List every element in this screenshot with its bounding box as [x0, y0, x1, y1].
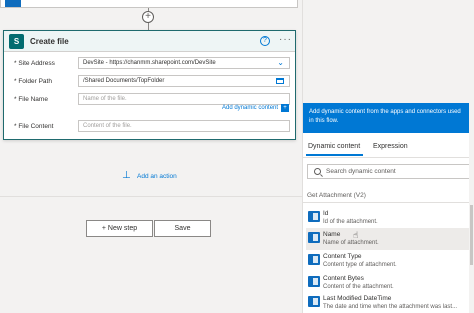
outlook-icon	[5, 0, 21, 7]
outlook-icon	[308, 276, 320, 287]
hand-cursor-icon: ☝	[353, 230, 359, 240]
dynamic-item-last-modified[interactable]: Last Modified DateTime The date and time…	[306, 292, 471, 313]
outlook-icon	[308, 254, 320, 265]
dynamic-item-content-type[interactable]: Content Type Content type of attachment.	[306, 250, 471, 272]
card-header[interactable]: S Create file ? ···	[4, 31, 295, 52]
site-address-select[interactable]: DevSite - https://chanmm.sharepoint.com/…	[78, 57, 290, 69]
item-name: Name	[323, 231, 341, 238]
item-name: Content Type	[323, 253, 362, 260]
site-address-label: * Site Address	[14, 60, 55, 67]
flow-canvas: + S Create file ? ··· * Site Address Dev…	[0, 0, 302, 313]
new-step-button[interactable]: + New step	[86, 220, 153, 237]
sharepoint-icon: S	[9, 34, 24, 49]
insert-step-icon[interactable]: +	[142, 11, 154, 23]
item-description: Content of the attachment.	[323, 284, 394, 290]
folder-path-label: * Folder Path	[14, 78, 52, 85]
search-placeholder: Search dynamic content	[326, 168, 396, 175]
save-button[interactable]: Save	[154, 220, 211, 237]
item-name: Last Modified DateTime	[323, 295, 392, 302]
folder-path-value: /Shared Documents/TopFolder	[83, 78, 165, 84]
tab-dynamic-content[interactable]: Dynamic content	[308, 143, 360, 150]
info-banner: Add dynamic content from the apps and co…	[303, 103, 471, 133]
outlook-icon	[308, 296, 320, 307]
folder-icon[interactable]	[276, 78, 284, 84]
file-name-label: * File Name	[14, 96, 48, 103]
add-dynamic-content-badge[interactable]: +	[281, 104, 289, 112]
previous-action-card[interactable]	[0, 0, 298, 8]
item-name: Id	[323, 210, 329, 217]
panel-scrollbar[interactable]	[469, 0, 474, 313]
file-content-field[interactable]: Content of the file.	[78, 120, 290, 132]
section-divider	[303, 202, 471, 203]
outlook-icon	[308, 232, 320, 243]
dynamic-item-content-bytes[interactable]: Content Bytes Content of the attachment.	[306, 272, 471, 294]
outlook-icon	[308, 211, 320, 222]
tab-expression[interactable]: Expression	[373, 143, 408, 150]
more-options-icon[interactable]: ···	[279, 34, 292, 45]
search-dynamic-content-input[interactable]: Search dynamic content	[307, 164, 471, 179]
section-title: Get Attachment (V2)	[307, 192, 366, 199]
dynamic-item-id[interactable]: Id Id of the attachment.	[306, 207, 471, 229]
item-description: Content type of attachment.	[323, 262, 397, 268]
dynamic-content-panel: Add dynamic content from the apps and co…	[302, 0, 474, 313]
item-description: Name of attachment.	[323, 240, 379, 246]
scrollbar-thumb[interactable]	[470, 205, 473, 265]
add-dynamic-content-link[interactable]: Add dynamic content	[222, 105, 278, 111]
active-tab-indicator	[306, 154, 363, 156]
add-action-link[interactable]: Add an action	[137, 173, 177, 180]
file-content-label: * File Content	[14, 123, 54, 130]
divider	[0, 196, 302, 197]
item-name: Content Bytes	[323, 275, 364, 282]
add-action-icon[interactable]: ⊥	[122, 171, 133, 182]
file-name-field[interactable]: Name of the file.	[78, 93, 290, 105]
item-description: Id of the attachment.	[323, 219, 378, 225]
panel-top-area	[303, 0, 474, 103]
site-address-value: DevSite - https://chanmm.sharepoint.com/…	[83, 60, 216, 66]
folder-path-field[interactable]: /Shared Documents/TopFolder	[78, 75, 290, 87]
help-icon[interactable]: ?	[260, 36, 270, 46]
card-title: Create file	[30, 37, 69, 46]
search-icon	[314, 168, 321, 175]
item-description: The date and time when the attachment wa…	[323, 304, 458, 310]
tab-separator	[303, 157, 471, 158]
chevron-down-icon[interactable]: ⌄	[277, 58, 284, 68]
create-file-card: S Create file ? ··· * Site Address DevSi…	[3, 30, 296, 140]
dynamic-item-name[interactable]: Name Name of attachment.	[306, 228, 471, 250]
